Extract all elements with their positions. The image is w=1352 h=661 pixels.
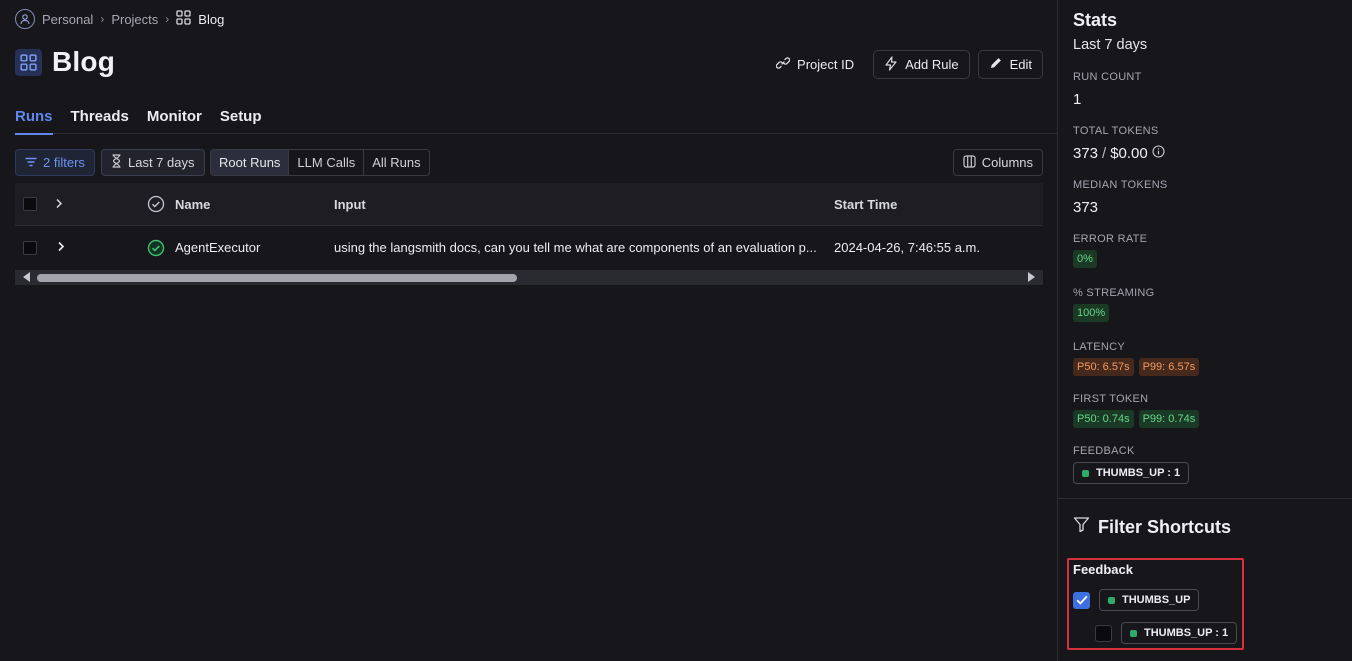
breadcrumb-projects[interactable]: Projects (111, 12, 158, 27)
llm-calls-option[interactable]: LLM Calls (289, 150, 365, 175)
latency-p99-badge: P99: 6.57s (1138, 358, 1200, 376)
chevron-right-icon: › (165, 12, 170, 26)
stat-streaming: % STREAMING 100% (1073, 287, 1155, 322)
stat-median-tokens: MEDIAN TOKENS 373 (1073, 179, 1168, 216)
header-name[interactable]: Name (175, 197, 334, 212)
feedback-dot-icon (1108, 596, 1115, 604)
feedback-tag[interactable]: THUMBS_UP : 1 (1073, 462, 1190, 484)
stat-total-tokens: TOTAL TOKENS 373 / $0.00 (1073, 125, 1165, 162)
user-avatar-icon[interactable] (15, 9, 35, 29)
row-start-time: 2024-04-26, 7:46:55 a.m. (834, 240, 980, 255)
total-cost-value: $0.00 (1110, 145, 1148, 162)
link-icon (775, 56, 791, 73)
add-rule-label: Add Rule (905, 57, 959, 72)
row-input: using the langsmith docs, can you tell m… (334, 240, 817, 255)
thumbs-up-value-tag[interactable]: THUMBS_UP : 1 (1121, 622, 1238, 644)
project-id-label: Project ID (797, 57, 855, 72)
root-runs-option[interactable]: Root Runs (211, 150, 290, 175)
table-row[interactable]: AgentExecutor using the langsmith docs, … (15, 226, 1043, 269)
columns-icon (963, 154, 976, 171)
info-icon[interactable] (1152, 145, 1165, 162)
runs-table: Name Input Start Time AgentExecutor usin… (15, 183, 1043, 269)
columns-label: Columns (981, 155, 1033, 170)
pencil-icon (989, 56, 1003, 73)
breadcrumb: Personal › Projects › Blog (15, 8, 224, 30)
filters-button[interactable]: 2 filters (15, 149, 95, 176)
row-expand-chevron-icon[interactable] (45, 240, 137, 255)
edit-label: Edit (1009, 57, 1032, 72)
sidebar-divider (1058, 498, 1352, 499)
feedback-dot-icon (1130, 629, 1137, 637)
tab-monitor[interactable]: Monitor (147, 106, 202, 134)
table-header: Name Input Start Time (15, 183, 1043, 226)
edit-button[interactable]: Edit (977, 50, 1043, 79)
streaming-badge: 100% (1073, 304, 1110, 322)
total-tokens-separator: / (1102, 145, 1107, 162)
time-range-label: Last 7 days (128, 155, 195, 170)
tab-threads[interactable]: Threads (71, 106, 129, 134)
funnel-icon (1073, 516, 1090, 538)
success-check-icon (137, 239, 175, 257)
stats-title: Stats (1073, 10, 1118, 30)
total-tokens-value: 373 (1073, 145, 1099, 162)
filters-label: 2 filters (43, 155, 85, 170)
tab-bar: Runs Threads Monitor Setup (15, 106, 1057, 135)
scroll-thumb[interactable] (37, 274, 517, 282)
error-rate-badge: 0% (1073, 250, 1097, 268)
time-range-button[interactable]: Last 7 days (101, 149, 205, 176)
stats-sidebar: Stats Last 7 days RUN COUNT 1 TOTAL TOKE… (1057, 0, 1352, 661)
stat-run-count: RUN COUNT 1 (1073, 71, 1142, 108)
columns-button[interactable]: Columns (952, 149, 1043, 176)
project-id-button[interactable]: Project ID (765, 50, 865, 79)
stats-period: Last 7 days (1073, 37, 1148, 53)
feedback-dot-icon (1082, 469, 1089, 477)
status-header-check-icon (137, 195, 175, 213)
app-root: Personal › Projects › Blog Blog Project … (0, 0, 1352, 661)
stat-latency: LATENCY P50: 6.57s P99: 6.57s (1073, 341, 1200, 376)
stat-feedback: FEEDBACK THUMBS_UP : 1 (1073, 445, 1190, 484)
thumbs-up-key-checkbox[interactable] (1073, 591, 1090, 609)
feedback-option-value: THUMBS_UP : 1 (1095, 622, 1238, 644)
main-panel: Personal › Projects › Blog Blog Project … (0, 0, 1057, 661)
chevron-right-icon: › (100, 12, 105, 26)
latency-p50-badge: P50: 6.57s (1073, 358, 1134, 376)
breadcrumb-personal[interactable]: Personal (42, 12, 93, 27)
stat-first-token: FIRST TOKEN P50: 0.74s P99: 0.74s (1073, 393, 1200, 428)
stat-error-rate: ERROR RATE 0% (1073, 233, 1147, 268)
scroll-left-arrow-icon[interactable] (23, 272, 30, 282)
page-title: Blog (52, 46, 116, 77)
scroll-right-arrow-icon[interactable] (1028, 272, 1035, 282)
grid-icon (176, 10, 191, 28)
header-actions: Project ID Add Rule Edit (765, 50, 1043, 79)
filter-shortcuts-title: Filter Shortcuts (1073, 516, 1231, 538)
run-type-toggle: Root Runs LLM Calls All Runs (210, 149, 430, 176)
horizontal-scrollbar[interactable] (15, 270, 1043, 285)
thumbs-up-value-checkbox[interactable] (1095, 624, 1112, 642)
breadcrumb-current: Blog (198, 11, 225, 27)
feedback-group-label: Feedback (1073, 562, 1133, 577)
header-input[interactable]: Input (334, 197, 834, 212)
project-grid-icon (15, 48, 42, 76)
all-runs-option[interactable]: All Runs (364, 150, 428, 175)
tab-runs[interactable]: Runs (15, 106, 53, 135)
header-start-time[interactable]: Start Time (834, 197, 1043, 212)
hourglass-icon (111, 154, 122, 171)
filter-lines-icon (25, 155, 37, 170)
row-name: AgentExecutor (175, 240, 261, 255)
page-header: Blog (15, 46, 115, 78)
expand-all-chevron-icon[interactable] (45, 197, 137, 212)
first-token-p50-badge: P50: 0.74s (1073, 410, 1134, 428)
row-checkbox[interactable] (23, 240, 37, 255)
add-rule-button[interactable]: Add Rule (873, 50, 970, 79)
filter-bar: 2 filters Last 7 days Root Runs LLM Call… (15, 149, 1043, 177)
first-token-p99-badge: P99: 0.74s (1138, 410, 1200, 428)
lightning-icon (884, 55, 898, 74)
tab-setup[interactable]: Setup (220, 106, 262, 134)
feedback-option-key: THUMBS_UP (1073, 589, 1200, 611)
thumbs-up-key-tag[interactable]: THUMBS_UP (1099, 589, 1200, 611)
select-all-checkbox[interactable] (23, 197, 37, 211)
